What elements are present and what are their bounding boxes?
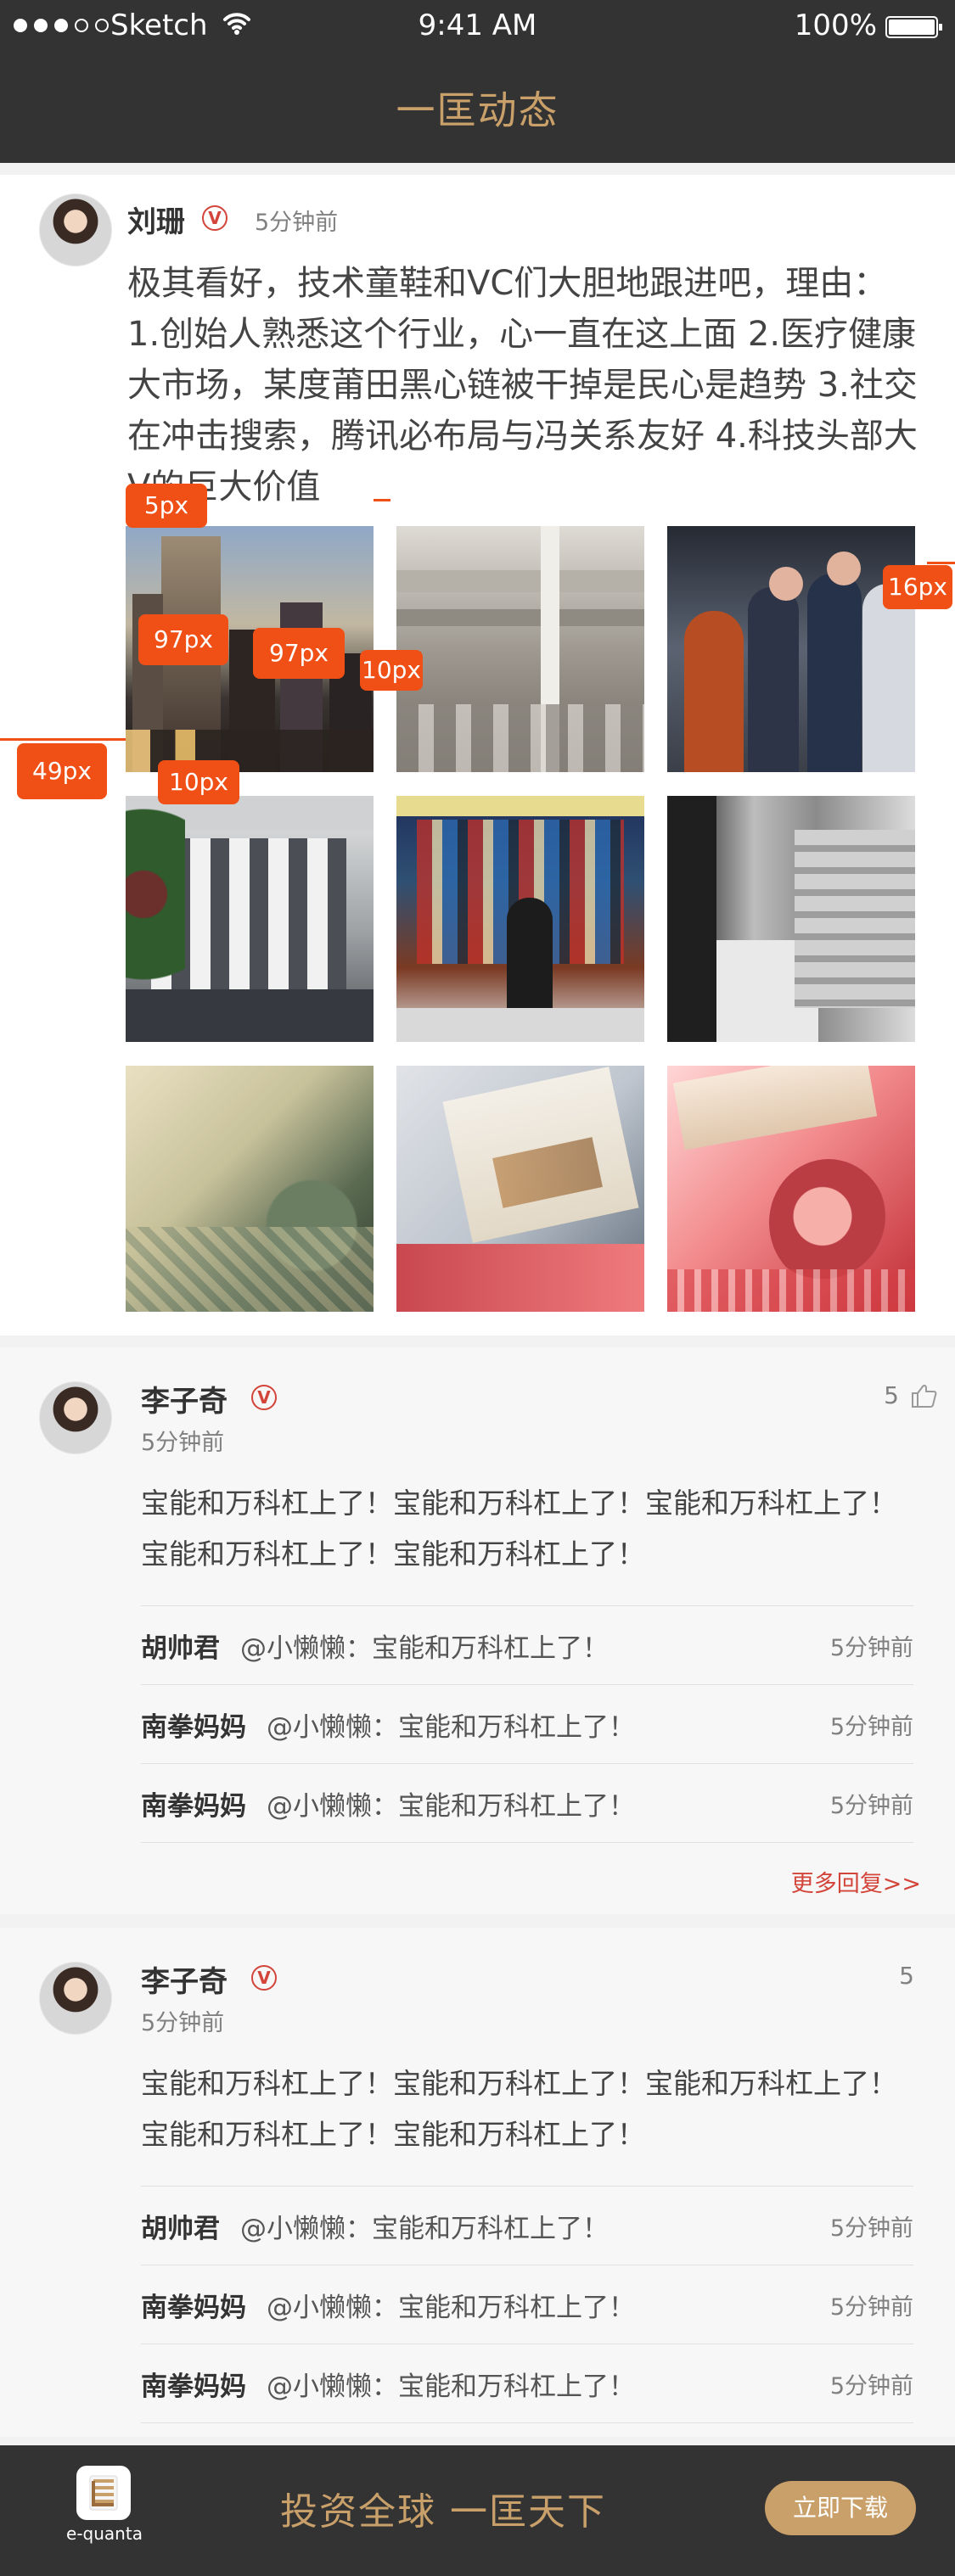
spacing-annotation: 10px bbox=[360, 650, 423, 691]
slogan: 投资全球 一匡天下 bbox=[280, 2490, 606, 2534]
annotation-guide bbox=[927, 562, 955, 564]
reply-text: @小懒懒：宝能和万科杠上了！ bbox=[240, 2213, 609, 2244]
reply-row[interactable]: 南拳妈妈 @小懒懒：宝能和万科杠上了！ 5分钟前 bbox=[141, 1685, 913, 1764]
subway-train-image[interactable] bbox=[667, 796, 915, 1042]
reply-row[interactable]: 南拳妈妈 @小懒懒：宝能和万科杠上了！ 5分钟前 bbox=[141, 2344, 913, 2423]
reply-time: 5分钟前 bbox=[829, 1713, 913, 1740]
reply-list: 胡帅君 @小懒懒：宝能和万科杠上了！ 5分钟前 南拳妈妈 @小懒懒：宝能和万科杠… bbox=[141, 1605, 913, 1843]
page-title: 一匡动态 bbox=[396, 87, 559, 133]
comment-card: 李子奇 V 5分钟前 5 宝能和万科杠上了！宝能和万科杠上了！宝能和万科杠上了！… bbox=[0, 1347, 955, 1914]
reply-list: 胡帅君 @小懒懒：宝能和万科杠上了！ 5分钟前 南拳妈妈 @小懒懒：宝能和万科杠… bbox=[141, 2186, 913, 2423]
reply-time: 5分钟前 bbox=[829, 2293, 913, 2321]
post-author-name[interactable]: 刘珊 bbox=[127, 199, 185, 240]
dollar-bill-image[interactable] bbox=[126, 1066, 374, 1312]
status-bar: Sketch 9:41 AM 100% bbox=[0, 0, 955, 54]
e-quanta-logo-icon bbox=[89, 2475, 118, 2511]
comment-text: 宝能和万科杠上了！宝能和万科杠上了！宝能和万科杠上了！宝能和万科杠上了！宝能和万… bbox=[141, 1487, 897, 1571]
thumbs-up-icon[interactable] bbox=[911, 1383, 938, 1408]
reply-row[interactable]: 南拳妈妈 @小懒懒：宝能和万科杠上了！ 5分钟前 bbox=[141, 2265, 913, 2344]
trading-floor-image[interactable] bbox=[667, 526, 915, 772]
comment-author-name[interactable]: 李子奇 bbox=[141, 1958, 228, 2000]
spacing-annotation: 97px bbox=[253, 628, 345, 679]
reply-author-name[interactable]: 胡帅君 bbox=[141, 1627, 220, 1665]
reply-text: @小懒懒：宝能和万科杠上了！ bbox=[240, 1632, 609, 1664]
euro-note-image[interactable] bbox=[396, 1066, 644, 1312]
avatar[interactable] bbox=[39, 1381, 112, 1454]
reply-row[interactable]: 南拳妈妈 @小懒懒：宝能和万科杠上了！ 5分钟前 bbox=[141, 1764, 913, 1843]
reply-row[interactable]: 胡帅君 @小懒懒：宝能和万科杠上了！ 5分钟前 bbox=[141, 1606, 913, 1685]
reply-author-name[interactable]: 胡帅君 bbox=[141, 2207, 220, 2245]
avatar[interactable] bbox=[39, 193, 112, 266]
reply-time: 5分钟前 bbox=[829, 1634, 913, 1661]
annotation-guide bbox=[374, 499, 390, 501]
spacing-annotation: 5px bbox=[126, 484, 207, 528]
comment-time: 5分钟前 bbox=[141, 1430, 225, 1456]
verified-badge-icon: V bbox=[202, 205, 228, 231]
battery-icon bbox=[885, 16, 942, 38]
comment-text: 宝能和万科杠上了！宝能和万科杠上了！宝能和万科杠上了！宝能和万科杠上了！宝能和万… bbox=[141, 2067, 897, 2151]
page-header: 一匡动态 bbox=[0, 54, 955, 163]
verified-badge-icon: V bbox=[251, 1965, 277, 1991]
like-count: 5 bbox=[899, 1962, 914, 1990]
stone-column-image[interactable] bbox=[396, 526, 644, 772]
reply-text: @小懒懒：宝能和万科杠上了！ bbox=[267, 2371, 635, 2402]
spacing-annotation: 97px bbox=[138, 614, 228, 665]
app-logo-text: e-quanta bbox=[66, 2523, 143, 2544]
stock-exchange-building-image[interactable] bbox=[126, 796, 374, 1042]
post-text: 极其看好，技术童鞋和VC们大胆地跟进吧，理由：1.创始人熟悉这个行业，心一直在这… bbox=[127, 264, 918, 507]
street-mural-image[interactable] bbox=[396, 796, 644, 1042]
reply-time: 5分钟前 bbox=[829, 2372, 913, 2400]
comment-card: 李子奇 V 5分钟前 5 宝能和万科杠上了！宝能和万科杠上了！宝能和万科杠上了！… bbox=[0, 1928, 955, 2437]
comment-time: 5分钟前 bbox=[141, 2010, 225, 2036]
like-count: 5 bbox=[884, 1381, 899, 1409]
reply-author-name[interactable]: 南拳妈妈 bbox=[141, 1784, 246, 1823]
reply-text: @小懒懒：宝能和万科杠上了！ bbox=[267, 1711, 635, 1743]
image-grid bbox=[126, 526, 915, 1312]
annotation-guide bbox=[0, 738, 126, 741]
reply-time: 5分钟前 bbox=[829, 1792, 913, 1819]
spacing-annotation: 10px bbox=[158, 760, 239, 804]
reply-author-name[interactable]: 南拳妈妈 bbox=[141, 2286, 246, 2324]
spacing-annotation: 49px bbox=[17, 743, 107, 799]
download-button[interactable]: 立即下载 bbox=[765, 2481, 916, 2535]
reply-author-name[interactable]: 南拳妈妈 bbox=[141, 2365, 246, 2403]
app-logo bbox=[76, 2466, 131, 2520]
reply-time: 5分钟前 bbox=[829, 2215, 913, 2242]
reply-text: @小懒懒：宝能和万科杠上了！ bbox=[267, 2292, 635, 2323]
verified-badge-icon: V bbox=[251, 1385, 277, 1410]
rmb-note-image[interactable] bbox=[667, 1066, 915, 1312]
battery-percent: 100% bbox=[794, 8, 877, 42]
post-time: 5分钟前 bbox=[255, 210, 339, 236]
download-banner: e-quanta 投资全球 一匡天下 立即下载 bbox=[0, 2445, 955, 2576]
reply-text: @小懒懒：宝能和万科杠上了！ bbox=[267, 1790, 635, 1822]
comment-author-name[interactable]: 李子奇 bbox=[141, 1378, 228, 1420]
feed-post: 刘珊 V 5分钟前 极其看好，技术童鞋和VC们大胆地跟进吧，理由：1.创始人熟悉… bbox=[0, 175, 955, 1336]
reply-author-name[interactable]: 南拳妈妈 bbox=[141, 1705, 246, 1744]
reply-row[interactable]: 胡帅君 @小懒懒：宝能和万科杠上了！ 5分钟前 bbox=[141, 2187, 913, 2265]
avatar[interactable] bbox=[39, 1962, 112, 2035]
more-replies-link[interactable]: 更多回复>> bbox=[791, 1865, 921, 1898]
spacing-annotation: 16px bbox=[883, 565, 952, 609]
